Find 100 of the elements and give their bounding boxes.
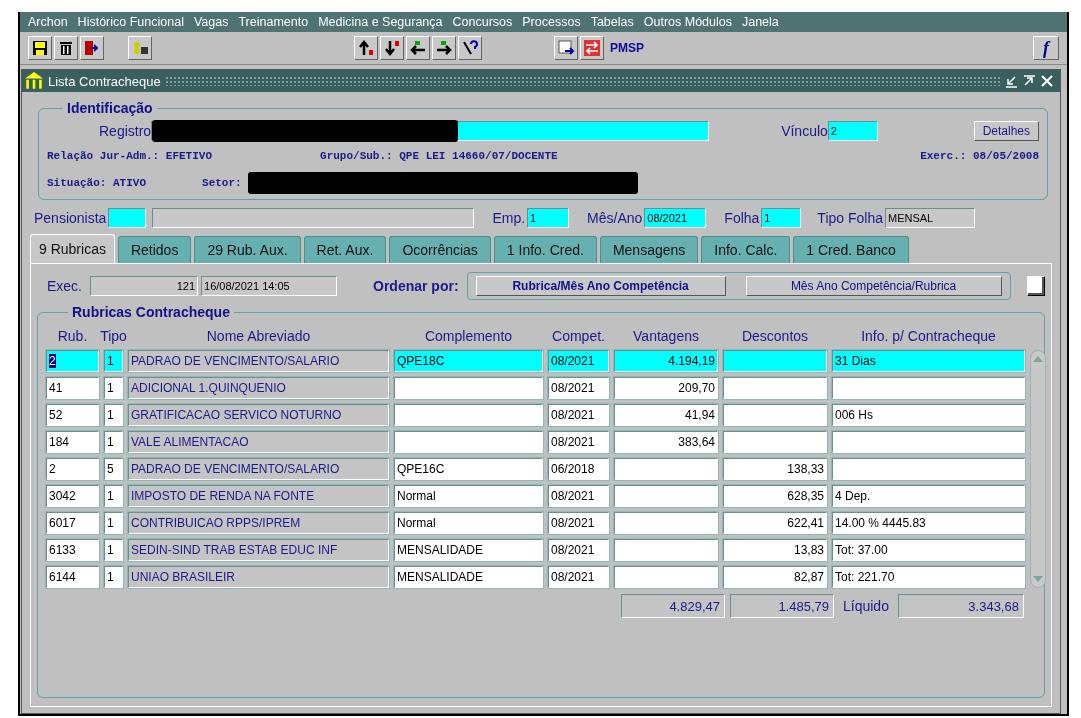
help-button[interactable] <box>458 36 482 60</box>
table-cell: Normal <box>394 485 543 507</box>
query-button[interactable] <box>128 36 152 60</box>
emp-field[interactable]: 1 <box>527 208 570 228</box>
column-header: Nome Abreviado <box>206 327 311 345</box>
menu-item[interactable]: Tabelas <box>590 15 634 29</box>
table-cell: QPE16C <box>394 458 543 480</box>
right-arrow-icon <box>435 39 453 57</box>
menu-item[interactable]: Archon <box>28 15 68 29</box>
trash-icon <box>57 39 75 57</box>
registro-field[interactable] <box>151 121 710 141</box>
toolbar-label: PMSP <box>610 41 644 55</box>
table-cell: 2 <box>46 458 99 480</box>
column-header: Complemento <box>424 327 513 345</box>
table-cell: 08/2021 <box>548 485 609 507</box>
document-button[interactable] <box>554 36 578 60</box>
total-field: 1.485,79 <box>730 594 834 618</box>
exit-button[interactable] <box>80 36 104 60</box>
table-cell: 31 Dias <box>832 350 1025 372</box>
table-cell: 6017 <box>46 512 99 534</box>
field-label: Líquido <box>843 598 889 614</box>
field-label: Registro <box>99 123 152 139</box>
table-cell: UNIAO BRASILEIR <box>128 566 389 588</box>
table-cell: ADICIONAL 1.QUINQUENIO <box>128 377 389 399</box>
query-icon <box>131 39 149 57</box>
up-arrow-icon <box>357 39 375 57</box>
sort-button[interactable]: Mês Ano Competência/Rubrica <box>745 276 1002 296</box>
table-cell: SEDIN-SIND TRAB ESTAB EDUC INF <box>128 539 389 561</box>
menu-item[interactable]: Processos <box>522 15 581 29</box>
column-header: Descontos <box>741 327 809 345</box>
table-cell: 383,64 <box>614 431 718 453</box>
down-arrow-icon <box>383 39 401 57</box>
net-total-field: 3.343,68 <box>897 594 1024 618</box>
menu-item[interactable]: Janela <box>741 15 779 29</box>
tab[interactable]: Mensagens <box>599 236 699 263</box>
document-icon <box>557 39 575 57</box>
swap-button[interactable] <box>580 36 604 60</box>
month-year-field[interactable]: 08/2021 <box>644 208 707 228</box>
tab[interactable]: 29 Rub. Aux. <box>194 236 301 263</box>
tab[interactable]: Retidos <box>117 236 192 263</box>
menu-item[interactable]: Histórico Funcional <box>77 15 184 29</box>
table-cell: 08/2021 <box>548 566 609 588</box>
table-cell: 41,94 <box>614 404 718 426</box>
folha-field[interactable]: 1 <box>761 208 802 228</box>
exec-count-field: 121 <box>90 276 198 296</box>
table-cell: 08/2021 <box>548 377 609 399</box>
table-cell: 1 <box>104 566 123 588</box>
field-label: Mês/Ano <box>587 210 643 226</box>
table-cell: GRATIFICACAO SERVICO NOTURNO <box>128 404 389 426</box>
table-cell: 14.00 % 4445.83 <box>832 512 1025 534</box>
menu-item[interactable]: Vagas <box>193 15 229 29</box>
tab[interactable]: Ret. Aux. <box>303 236 387 263</box>
table-cell: Tot: 221.70 <box>832 566 1025 588</box>
vinculo-field[interactable]: 2 <box>827 121 878 141</box>
sort-label: Ordenar por: <box>373 278 459 294</box>
down-button[interactable] <box>380 36 404 60</box>
table-cell: 52 <box>46 404 99 426</box>
info-text: Grupo/Sub.: QPE LEI 14660/07/DOCENTE <box>320 150 558 162</box>
details-button[interactable]: Detalhes <box>973 121 1039 141</box>
table-cell: 3042 <box>46 485 99 507</box>
table-cell: 41 <box>46 377 99 399</box>
table-cell: MENSALIDADE <box>394 539 543 561</box>
menu-item[interactable]: Treinamento <box>238 15 309 29</box>
menu-item[interactable]: Medicina e Segurança <box>318 15 443 29</box>
table-cell: 6144 <box>46 566 99 588</box>
table-cell: 4.194,19 <box>614 350 718 372</box>
function-button[interactable]: f <box>1033 36 1059 60</box>
close-icon[interactable] <box>1040 74 1054 88</box>
tab[interactable]: Info. Calc. <box>701 236 791 263</box>
sort-button[interactable]: Rubrica/Mês Ano Competência <box>475 276 726 296</box>
table-cell: 08/2021 <box>548 512 609 534</box>
delete-button[interactable] <box>54 36 78 60</box>
pensionista-field[interactable] <box>108 208 147 228</box>
table-cell: 1 <box>104 350 123 372</box>
menu-item[interactable]: Concursos <box>452 15 513 29</box>
small-button[interactable] <box>1027 276 1045 296</box>
total-field: 4.829,47 <box>621 594 725 618</box>
menu-item[interactable]: Outros Módulos <box>643 15 732 29</box>
group-title: Identificação <box>63 100 157 116</box>
save-button[interactable] <box>28 36 52 60</box>
window-title: Lista Contracheque <box>48 73 161 89</box>
info-text: Situação: ATIVO <box>47 177 147 189</box>
column-header: Info. p/ Contracheque <box>861 327 996 345</box>
swap-icon <box>583 39 601 57</box>
right-button[interactable] <box>432 36 456 60</box>
left-button[interactable] <box>406 36 430 60</box>
tab[interactable]: 1 Info. Cred. <box>493 236 597 263</box>
field-label: Folha <box>724 210 760 226</box>
table-cell: 1 <box>104 485 123 507</box>
tab[interactable]: 1 Cred. Banco <box>793 236 909 263</box>
maximize-icon[interactable] <box>1022 74 1036 88</box>
floppy-icon <box>31 39 49 57</box>
up-button[interactable] <box>354 36 378 60</box>
info-text: Setor: <box>202 177 242 189</box>
tab[interactable]: 9 Rubricas <box>30 234 115 263</box>
table-cell: PADRAO DE VENCIMENTO/SALARIO <box>128 458 389 480</box>
table-cell: IMPOSTO DE RENDA NA FONTE <box>128 485 389 507</box>
minimize-icon[interactable] <box>1004 74 1018 88</box>
table-cell: Tot: 37.00 <box>832 539 1025 561</box>
tab[interactable]: Ocorrências <box>389 236 491 263</box>
